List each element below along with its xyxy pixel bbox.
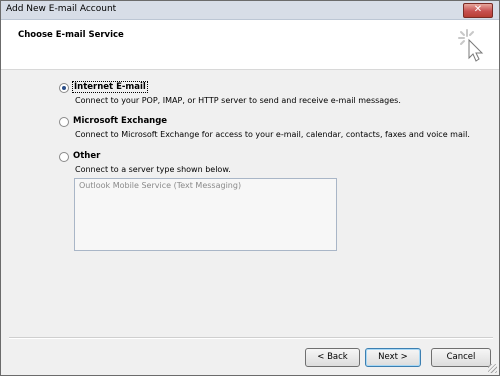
page-title: Choose E-mail Service [18,30,124,40]
back-button[interactable]: < Back [305,348,360,367]
cancel-button[interactable]: Cancel [431,348,491,367]
wizard-header: Choose E-mail Service [1,20,499,70]
window-title: Add New E-mail Account [6,4,117,14]
other-services-list: Outlook Mobile Service (Text Messaging) [74,178,337,251]
microsoft-exchange-description: Connect to Microsoft Exchange for access… [75,130,470,139]
internet-email-description: Connect to your POP, IMAP, or HTTP serve… [75,96,401,105]
close-button[interactable]: ✕ [463,3,493,18]
footer-divider [9,337,493,339]
next-button[interactable]: Next > [365,348,421,367]
dialog-window: Add New E-mail Account ✕ Choose E-mail S… [0,0,500,376]
other-radio[interactable] [59,152,69,162]
other-label[interactable]: Other [73,151,100,161]
microsoft-exchange-label[interactable]: Microsoft Exchange [73,116,167,126]
wizard-cursor-icon [458,29,484,62]
other-description: Connect to a server type shown below. [75,165,231,174]
resize-grip[interactable] [488,364,497,373]
list-item: Outlook Mobile Service (Text Messaging) [79,181,242,190]
internet-email-radio[interactable] [59,83,69,93]
internet-email-label[interactable]: Internet E-mail [72,81,148,93]
title-bar[interactable]: Add New E-mail Account ✕ [1,1,499,20]
microsoft-exchange-radio[interactable] [59,117,69,127]
